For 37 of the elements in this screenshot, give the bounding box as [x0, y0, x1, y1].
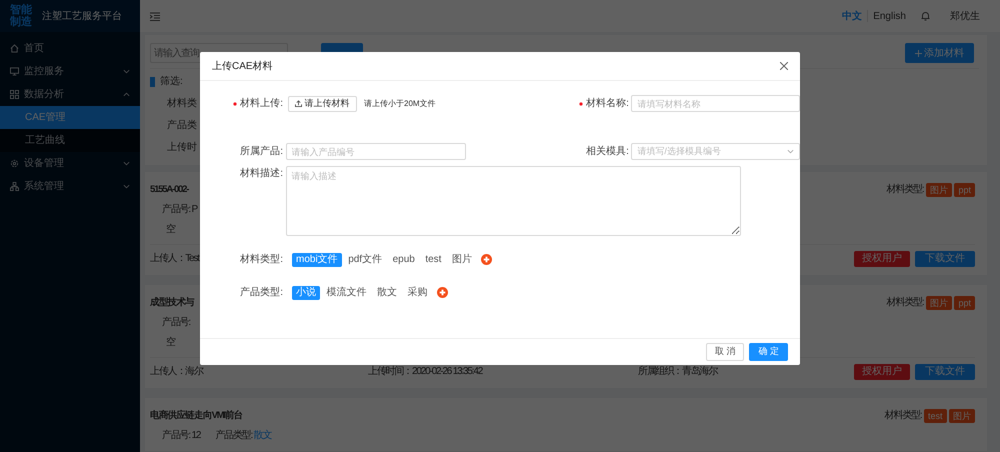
type-tag: 图片 — [949, 409, 975, 423]
field-label: 产品类型: — [239, 286, 283, 300]
organization-text: 所属组织：青岛海尔 — [638, 365, 718, 379]
filter-label: 产品类 — [167, 119, 197, 133]
type-tag: 图片 — [926, 183, 952, 197]
logo-text: 智能 制造 — [10, 4, 32, 28]
card-title: 5155A-002- — [150, 183, 188, 197]
type-tag: ppt — [954, 183, 975, 197]
description-text: 空 — [166, 336, 175, 350]
field-label: 材料类型: — [884, 409, 922, 423]
user-name: 郑优生 — [950, 10, 980, 24]
product-number: 产品号: 12 — [162, 429, 200, 443]
upload-time: 上传时间：2020-02-26 13:35:42 — [368, 365, 484, 379]
card-title: 电商供应链走向VMI前台 — [150, 409, 242, 423]
uploader-text: 上传人：Test — [150, 253, 199, 264]
type-tag: ppt — [954, 296, 975, 310]
field-label: 所属产品: — [239, 144, 283, 159]
card-title: 成型技术与 — [150, 296, 194, 310]
field-label: 材料类型: — [886, 183, 924, 197]
field-label: 材料名称: — [544, 96, 629, 111]
uploader-text: 上传人：海尔 — [150, 366, 203, 377]
filter-label: 上传时 — [167, 141, 197, 155]
product-number: 产品号: P — [162, 203, 198, 217]
field-label: 材料类型: — [886, 296, 924, 310]
type-tag: test — [924, 409, 946, 423]
field-label: 相关模具: — [585, 144, 629, 159]
field-label: 材料类型: — [239, 252, 283, 267]
field-label: 材料描述: — [239, 166, 283, 181]
filter-label: 筛选: — [160, 74, 183, 89]
field-label: 材料上传: — [200, 96, 283, 111]
upload-hint: 请上传小于20M文件 — [364, 98, 436, 110]
type-tag: 图片 — [926, 296, 952, 310]
filter-label: 材料类 — [167, 97, 197, 111]
product-type: 产品类型:散文 — [215, 429, 272, 443]
product-number: 产品号: — [162, 316, 190, 330]
platform-title: 注塑工艺服务平台 — [42, 10, 122, 24]
description-text: 空 — [166, 223, 175, 237]
